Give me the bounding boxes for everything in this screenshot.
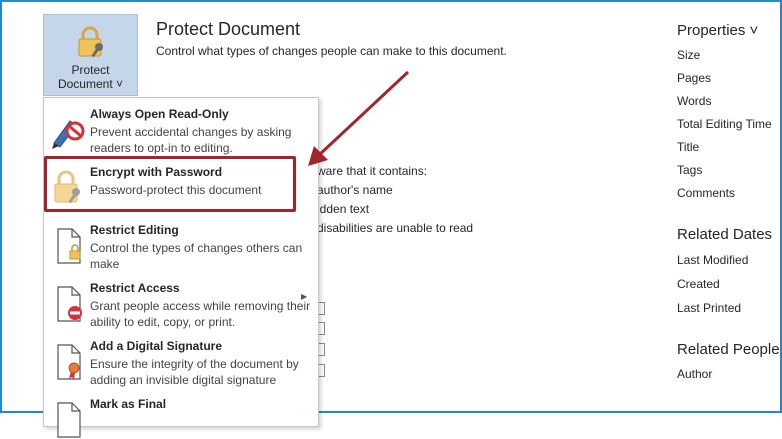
related-people-header: Related People [677, 341, 780, 358]
property-tags: Tags [677, 163, 703, 177]
date-last-modified: Last Modified [677, 253, 749, 267]
annotation-arrow-icon [308, 70, 410, 166]
protect-document-menu: Always Open Read-Only Prevent accidental… [43, 97, 319, 438]
menu-item-description: Prevent accidental changes by asking rea… [90, 125, 292, 155]
section-title: Protect Document [156, 19, 301, 39]
pen-no-icon [52, 120, 85, 149]
inspect-text-3: idden text [317, 202, 370, 216]
section-description: Control what types of changes people can… [156, 44, 507, 58]
property-title: Title [677, 140, 700, 154]
menu-item-description: Grant people access while removing their… [90, 299, 311, 329]
menu-item-always-open-read-only[interactable]: Always Open Read-Only Prevent accidental… [44, 107, 318, 157]
menu-item-restrict-editing[interactable]: Restrict Editing Control the types of ch… [44, 223, 318, 273]
property-words: Words [677, 94, 712, 108]
date-last-printed: Last Printed [677, 301, 742, 315]
document-final-icon [57, 402, 81, 438]
document-lock-icon [57, 228, 81, 264]
window-border-left [0, 0, 2, 413]
inspect-text-2: author's name [317, 183, 393, 197]
menu-item-add-digital-signature[interactable]: Add a Digital Signature Ensure the integ… [44, 339, 318, 389]
date-created: Created [677, 277, 720, 291]
properties-header[interactable]: Properties ˅ [677, 22, 758, 39]
property-comments: Comments [677, 186, 736, 200]
property-size: Size [677, 48, 701, 62]
protect-document-button[interactable]: Protect Document ˅ [43, 14, 138, 96]
submenu-arrow-icon: ▶ [301, 292, 308, 301]
lock-key-icon [78, 26, 103, 58]
menu-item-title: Restrict Editing [90, 223, 179, 237]
related-dates-header: Related Dates [677, 226, 773, 243]
property-pages: Pages [677, 71, 712, 85]
protect-button-label-line2: Document ˅ [57, 77, 124, 91]
document-restrict-icon [57, 286, 82, 322]
menu-item-mark-as-final[interactable]: Mark as Final [44, 397, 318, 438]
highlight-annotation-box [44, 156, 296, 212]
people-author: Author [677, 367, 713, 381]
menu-item-title: Add a Digital Signature [90, 339, 223, 353]
document-ribbon-icon [57, 344, 81, 380]
protect-button-label-line1: Protect [71, 63, 110, 77]
property-total-editing-time: Total Editing Time [677, 117, 772, 131]
menu-item-restrict-access[interactable]: Restrict Access Grant people access whil… [44, 281, 318, 331]
menu-item-title: Always Open Read-Only [90, 107, 229, 121]
menu-item-title: Mark as Final [90, 397, 167, 411]
inspect-text-4: disabilities are unable to read [317, 221, 474, 235]
menu-item-description: Control the types of changes others can … [90, 241, 303, 271]
menu-item-title: Restrict Access [90, 281, 180, 295]
menu-item-description: Ensure the integrity of the document by … [90, 357, 299, 387]
